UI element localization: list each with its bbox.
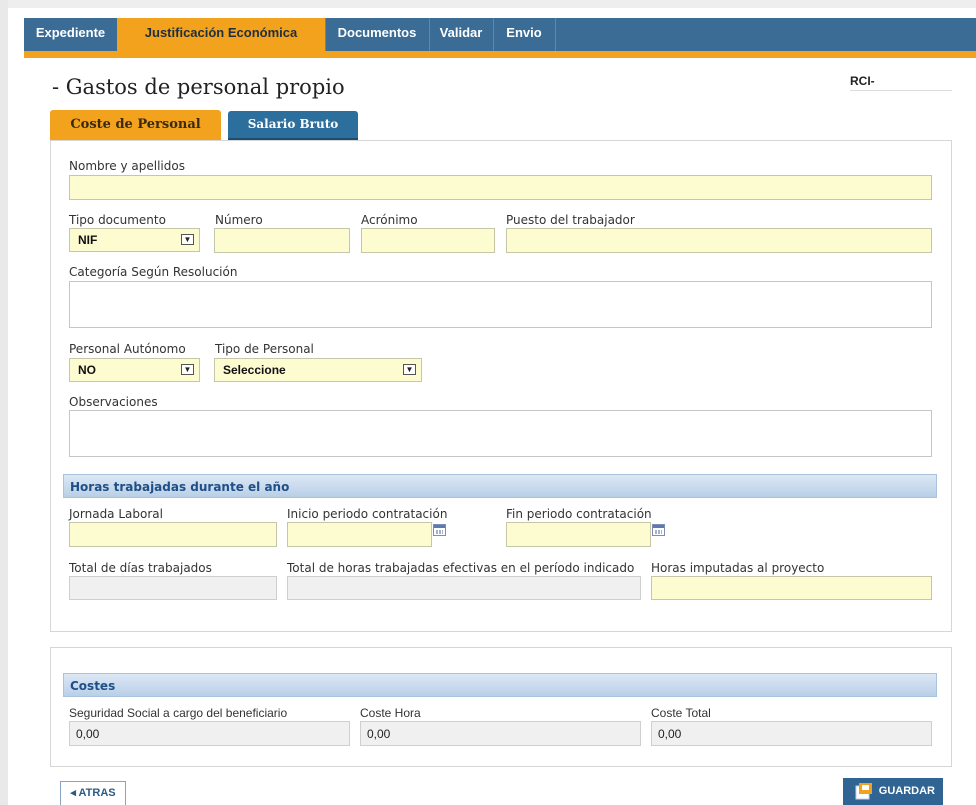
observaciones-label: Observaciones — [69, 395, 158, 409]
guardar-label: GUARDAR — [878, 785, 935, 797]
puesto-label: Puesto del trabajador — [506, 213, 635, 227]
total-horas-field — [287, 576, 641, 600]
total-dias-label: Total de días trabajados — [69, 561, 212, 575]
nombre-label: Nombre y apellidos — [69, 159, 185, 173]
page-title: - Gastos de personal propio — [52, 75, 345, 99]
tipo-documento-value: NIF — [78, 233, 98, 247]
tipo-documento-label: Tipo documento — [69, 213, 166, 227]
acronimo-input[interactable] — [361, 228, 495, 253]
fin-periodo-label: Fin periodo contratación — [506, 507, 652, 521]
inicio-periodo-label: Inicio periodo contratación — [287, 507, 448, 521]
tab-expediente[interactable]: Expediente — [24, 18, 118, 51]
costes-section-header: Costes — [63, 673, 937, 697]
save-icon — [855, 783, 872, 800]
nombre-input[interactable] — [69, 175, 932, 200]
numero-input[interactable] — [214, 228, 350, 253]
tab-justificacion-economica[interactable]: Justificación Económica — [117, 18, 326, 51]
horas-imputadas-label: Horas imputadas al proyecto — [651, 561, 825, 575]
personal-autonomo-label: Personal Autónomo — [69, 342, 186, 356]
inicio-periodo-input[interactable] — [287, 522, 432, 547]
fin-periodo-input[interactable] — [506, 522, 651, 547]
tab-documentos[interactable]: Documentos — [325, 18, 430, 51]
tipo-personal-select[interactable]: Seleccione ▼ — [214, 358, 422, 382]
chevron-down-icon: ▼ — [181, 234, 194, 245]
jornada-label: Jornada Laboral — [69, 507, 163, 521]
seguridad-social-field — [69, 721, 350, 746]
coste-personal-panel — [50, 140, 952, 632]
tipo-documento-select[interactable]: NIF ▼ — [69, 228, 200, 252]
horas-imputadas-input[interactable] — [651, 576, 932, 600]
seguridad-social-label: Seguridad Social a cargo del beneficiari… — [69, 706, 288, 720]
coste-total-field — [651, 721, 932, 746]
coste-total-label: Coste Total — [651, 706, 711, 720]
chevron-down-icon: ▼ — [181, 364, 194, 375]
coste-hora-label: Coste Hora — [360, 706, 421, 720]
numero-label: Número — [215, 213, 263, 227]
tab-envio[interactable]: Envio — [493, 18, 556, 51]
personal-autonomo-select[interactable]: NO ▼ — [69, 358, 200, 382]
observaciones-textarea[interactable] — [69, 410, 932, 457]
personal-autonomo-value: NO — [78, 363, 96, 377]
tipo-personal-label: Tipo de Personal — [215, 342, 314, 356]
total-horas-label: Total de horas trabajadas efectivas en e… — [287, 561, 635, 575]
coste-hora-field — [360, 721, 641, 746]
calendar-icon[interactable] — [433, 524, 446, 536]
acronimo-label: Acrónimo — [361, 213, 418, 227]
top-navigation: Expediente Justificación Económica Docum… — [24, 18, 976, 58]
categoria-textarea[interactable] — [69, 281, 932, 328]
puesto-input[interactable] — [506, 228, 932, 253]
subtab-salario-bruto[interactable]: Salario Bruto — [228, 111, 358, 141]
subtab-coste-de-personal[interactable]: Coste de Personal — [50, 110, 221, 140]
horas-section-header: Horas trabajadas durante el año — [63, 474, 937, 498]
guardar-button[interactable]: GUARDAR — [843, 778, 943, 805]
left-rail — [0, 0, 8, 805]
rci-label: RCI- — [850, 74, 952, 91]
total-dias-field — [69, 576, 277, 600]
atras-button[interactable]: ◂ ATRAS — [60, 781, 126, 805]
jornada-input[interactable] — [69, 522, 277, 547]
tipo-personal-value: Seleccione — [223, 363, 286, 377]
chevron-down-icon: ▼ — [403, 364, 416, 375]
window-top-strip — [0, 0, 976, 8]
calendar-icon[interactable] — [652, 524, 665, 536]
tab-validar[interactable]: Validar — [429, 18, 494, 51]
categoria-label: Categoría Según Resolución — [69, 265, 238, 279]
